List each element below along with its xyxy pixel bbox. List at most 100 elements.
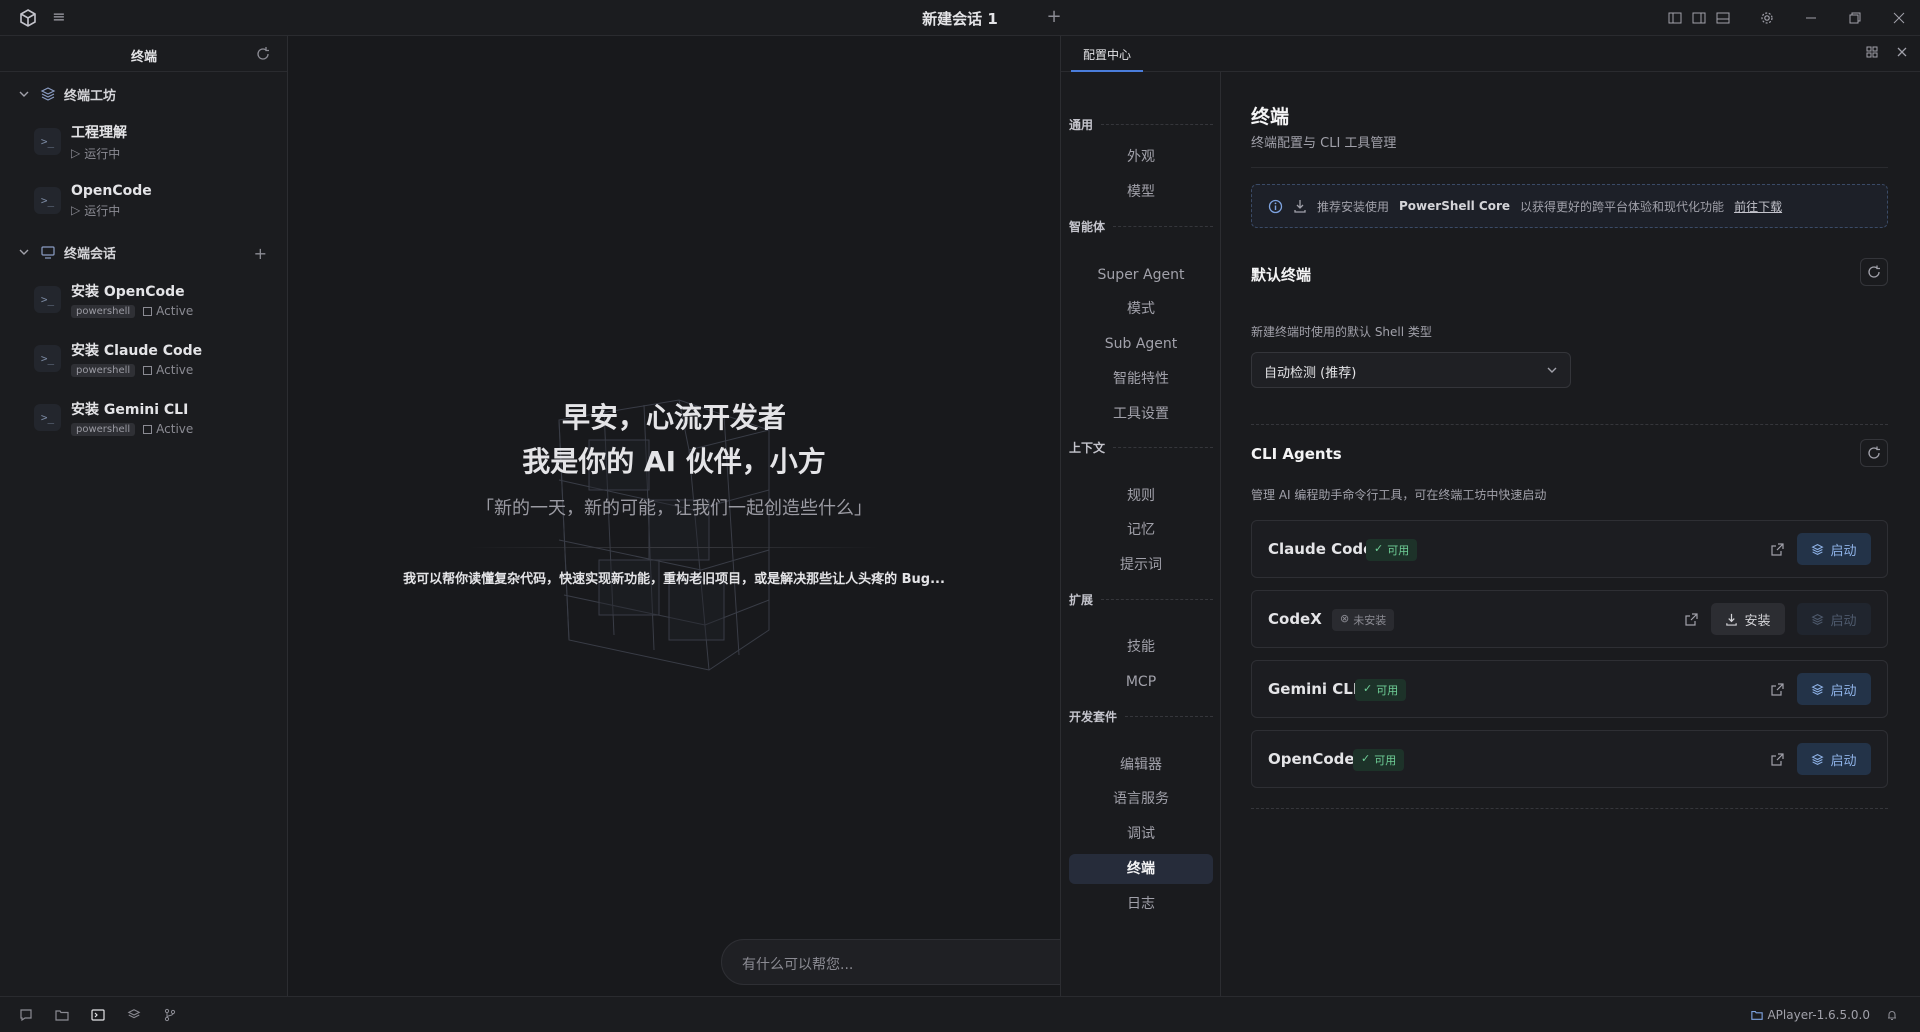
toggle-left-panel-icon[interactable]: [1664, 7, 1686, 29]
nav-item-prompts[interactable]: 提示词: [1069, 550, 1213, 580]
notice-product: PowerShell Core: [1399, 199, 1511, 213]
terminal-icon[interactable]: [90, 1007, 106, 1023]
session-item[interactable]: >_ 安装 Claude Code powershell Active: [0, 329, 287, 388]
nav-item-terminal[interactable]: 终端: [1069, 854, 1213, 884]
config-tabbar: 配置中心: [1061, 36, 1920, 72]
check-circle-icon: ✓: [1363, 682, 1373, 695]
launch-label: 启动: [1830, 683, 1857, 699]
nav-item-rules[interactable]: 规则: [1069, 481, 1213, 511]
terminal-icon: >_: [34, 345, 61, 372]
nav-item-mcp[interactable]: MCP: [1069, 667, 1213, 697]
chevron-down-icon: [1546, 364, 1558, 376]
nav-item-super-agent[interactable]: Super Agent: [1069, 260, 1213, 290]
status-text: 可用: [1387, 544, 1410, 557]
launch-button[interactable]: 启动: [1797, 743, 1871, 775]
nav-item-skills[interactable]: 技能: [1069, 632, 1213, 662]
grid-icon[interactable]: [1866, 46, 1878, 58]
close-tab-icon[interactable]: [1896, 46, 1908, 58]
quote-text: 「新的一天，新的可能，让我们一起创造些什么」: [476, 498, 872, 519]
play-icon: ▷: [71, 203, 81, 217]
cli-agents-refresh-button[interactable]: [1860, 439, 1888, 467]
app-version[interactable]: APlayer-1.6.5.0.0: [1751, 1008, 1870, 1022]
status-text: 可用: [1374, 754, 1397, 767]
workshop-item-name: OpenCode: [71, 182, 152, 199]
status-bar: APlayer-1.6.5.0.0: [0, 996, 1920, 1032]
status-badge: ⊗ 未安装: [1332, 609, 1395, 631]
launch-button[interactable]: 启动: [1797, 533, 1871, 565]
toggle-bottom-panel-icon[interactable]: [1712, 7, 1734, 29]
bell-icon[interactable]: [1886, 1009, 1898, 1021]
launch-label: 启动: [1830, 543, 1857, 559]
layers-icon: [1811, 543, 1825, 556]
close-window-icon[interactable]: [1888, 7, 1910, 29]
nav-item-editor[interactable]: 编辑器: [1069, 750, 1213, 780]
new-session-plus-icon[interactable]: +: [1046, 6, 1062, 27]
status-text: 可用: [1376, 684, 1399, 697]
nav-item-memory[interactable]: 记忆: [1069, 515, 1213, 545]
notice-prefix: 推荐安装使用: [1317, 199, 1390, 214]
git-branch-icon[interactable]: [162, 1007, 178, 1023]
x-circle-icon: ⊗: [1340, 612, 1350, 625]
nav-item-appearance[interactable]: 外观: [1069, 142, 1213, 172]
default-terminal-refresh-button[interactable]: [1860, 258, 1888, 286]
page-subtitle: 终端配置与 CLI 工具管理: [1251, 136, 1397, 151]
layers-icon[interactable]: [126, 1007, 142, 1023]
minimize-icon[interactable]: [1800, 7, 1822, 29]
add-session-icon[interactable]: +: [254, 244, 267, 263]
shell-type-select[interactable]: 自动检测 (推荐): [1251, 352, 1571, 388]
nav-section-title: 扩展: [1069, 591, 1213, 608]
status-badge: ✓ 可用: [1355, 679, 1407, 701]
nav-item-debug[interactable]: 调试: [1069, 819, 1213, 849]
status-text: 未安装: [1353, 614, 1387, 627]
install-button[interactable]: 安装: [1711, 603, 1785, 635]
notice-suffix: 以获得更好的跨平台体验和现代化功能: [1520, 199, 1725, 214]
folder-icon[interactable]: [54, 1007, 70, 1023]
agent-name: Claude Code: [1268, 540, 1374, 558]
session-name: 安装 Gemini CLI: [71, 402, 189, 418]
agent-name: OpenCode: [1268, 750, 1355, 768]
toggle-right-panel-icon[interactable]: [1688, 7, 1710, 29]
download-link[interactable]: 前往下载: [1734, 198, 1782, 215]
restore-icon[interactable]: [1844, 7, 1866, 29]
external-link-icon[interactable]: [1769, 751, 1785, 767]
agent-card-opencode: OpenCode ✓ 可用 启动: [1251, 730, 1888, 788]
config-nav: 通用 外观 模型 智能体 Super Agent 模式 Sub Agent 智能…: [1061, 72, 1221, 996]
session-title[interactable]: 新建会话 1: [922, 10, 998, 28]
nav-item-language-service[interactable]: 语言服务: [1069, 784, 1213, 814]
nav-section-title: 通用: [1069, 116, 1213, 133]
external-link-icon[interactable]: [1769, 541, 1785, 557]
chat-icon[interactable]: [18, 1007, 34, 1023]
nav-item-modes[interactable]: 模式: [1069, 294, 1213, 324]
session-item[interactable]: >_ 安装 OpenCode powershell Active: [0, 270, 287, 329]
settings-gear-icon[interactable]: [1756, 7, 1778, 29]
agent-name: Gemini CLI: [1268, 680, 1359, 698]
external-link-icon[interactable]: [1683, 611, 1699, 627]
nav-item-tool-settings[interactable]: 工具设置: [1069, 399, 1213, 429]
workshop-item[interactable]: >_ OpenCode ▷ 运行中: [0, 171, 287, 230]
divider: [1251, 167, 1888, 168]
status-badge: ✓ 可用: [1353, 749, 1405, 771]
agent-card-gemini-cli: Gemini CLI ✓ 可用 启动: [1251, 660, 1888, 718]
group-label: 终端会话: [64, 246, 117, 262]
group-terminal-workshop[interactable]: 终端工坊: [0, 76, 287, 112]
session-state: Active: [156, 422, 194, 436]
square-icon: [143, 425, 153, 434]
nav-item-smart-features[interactable]: 智能特性: [1069, 364, 1213, 394]
nav-item-models[interactable]: 模型: [1069, 177, 1213, 207]
refresh-icon[interactable]: [255, 46, 271, 62]
greeting-heading: 早安，心流开发者: [561, 401, 786, 434]
nav-item-logs[interactable]: 日志: [1069, 889, 1213, 919]
workshop-item[interactable]: >_ 工程理解 ▷ 运行中: [0, 112, 287, 171]
launch-button[interactable]: 启动: [1797, 673, 1871, 705]
nav-item-sub-agent[interactable]: Sub Agent: [1069, 329, 1213, 359]
external-link-icon[interactable]: [1769, 681, 1785, 697]
chat-input-placeholder[interactable]: 有什么可以帮您...: [742, 954, 853, 974]
launch-button[interactable]: 启动: [1797, 603, 1871, 635]
tab-config-center[interactable]: 配置中心: [1071, 36, 1144, 72]
layers-icon: [40, 86, 56, 102]
group-terminal-sessions[interactable]: 终端会话 +: [0, 234, 287, 270]
session-item[interactable]: >_ 安装 Gemini CLI powershell Active: [0, 388, 287, 447]
chevron-down-icon: [18, 88, 30, 100]
hamburger-menu-icon[interactable]: ≡: [50, 8, 68, 26]
terminal-icon: >_: [34, 286, 61, 313]
